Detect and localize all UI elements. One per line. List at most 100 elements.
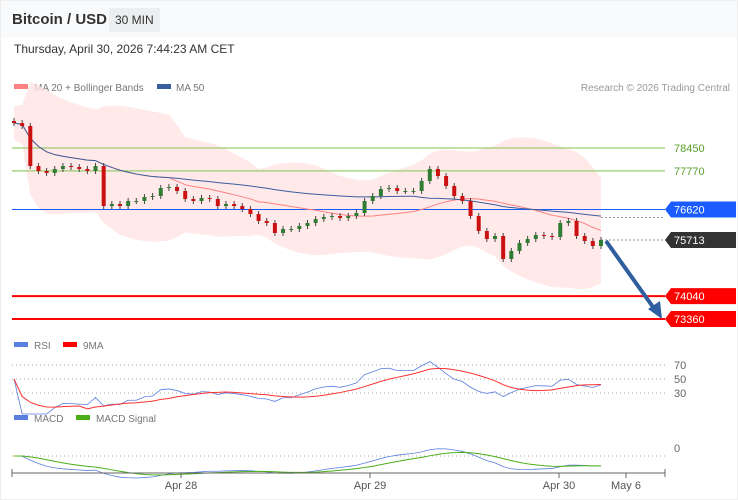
- rsi-level-label: 30: [674, 388, 686, 400]
- support-label: 73360: [674, 314, 705, 326]
- chart-widget: Bitcoin / USD 30 MIN Thursday, April 30,…: [0, 0, 738, 500]
- candle: [313, 219, 318, 224]
- macd-line: [13, 448, 602, 479]
- candle: [370, 196, 375, 202]
- candle: [207, 197, 212, 199]
- resistance-label: 78450: [674, 143, 705, 155]
- chart-svg: MA 20 + Bollinger Bands MA 50 Research ©…: [11, 82, 736, 492]
- rsi-level-label: 50: [674, 374, 686, 386]
- candle: [419, 180, 424, 191]
- current-label: 75713: [674, 235, 705, 247]
- candle: [582, 236, 587, 241]
- candle: [346, 215, 351, 219]
- candle: [411, 190, 416, 192]
- candle: [558, 223, 563, 237]
- macd-legend: MACD: [34, 414, 63, 425]
- candle: [305, 223, 310, 226]
- candle: [517, 242, 522, 251]
- candle: [354, 212, 359, 216]
- candle: [109, 203, 114, 207]
- candle: [158, 188, 163, 197]
- rsi-legend-swatch: [14, 342, 28, 347]
- candle: [493, 236, 498, 239]
- support-label: 74040: [674, 291, 705, 303]
- candle: [403, 190, 408, 192]
- candle: [395, 188, 400, 191]
- candle: [44, 171, 49, 173]
- candle: [183, 190, 188, 199]
- candle: [256, 214, 261, 221]
- candle: [36, 166, 41, 172]
- candle: [199, 197, 204, 202]
- candle: [476, 215, 481, 232]
- rsi-legend: RSI: [34, 341, 51, 352]
- candle: [362, 201, 367, 213]
- candle: [297, 225, 302, 229]
- candle: [12, 120, 16, 124]
- candle: [28, 125, 33, 167]
- candle: [77, 167, 82, 169]
- candle: [468, 201, 473, 216]
- ma50-legend: MA 50: [176, 83, 205, 94]
- macd-signal-legend-swatch: [76, 415, 90, 420]
- candle: [281, 228, 286, 233]
- candle: [150, 196, 155, 198]
- macd-zero-label: 0: [674, 443, 680, 455]
- candle: [248, 209, 253, 215]
- candle: [215, 198, 220, 207]
- rsi-level-label: 70: [674, 360, 686, 372]
- x-tick-label: May 6: [611, 480, 641, 492]
- rsi-ma-legend-swatch: [63, 342, 77, 347]
- credit: Research © 2026 Trading Central: [581, 83, 730, 94]
- candle: [321, 216, 326, 220]
- candle: [484, 231, 489, 239]
- candle: [272, 223, 277, 233]
- candle: [444, 176, 449, 186]
- rsi-ma-line: [13, 367, 602, 410]
- candle: [117, 203, 122, 207]
- x-tick-label: Apr 30: [543, 480, 575, 492]
- x-tick-label: Apr 29: [354, 480, 386, 492]
- candle: [501, 236, 506, 259]
- candle: [378, 189, 383, 197]
- candle: [387, 188, 392, 190]
- candle: [20, 123, 25, 126]
- candle: [264, 220, 269, 224]
- candle: [338, 215, 343, 219]
- candle: [289, 228, 294, 230]
- candle: [541, 235, 546, 237]
- pivot-label: 76620: [674, 204, 705, 216]
- candle: [101, 166, 106, 207]
- candle: [93, 166, 98, 172]
- candle: [533, 235, 538, 239]
- candle: [574, 220, 579, 237]
- candle: [175, 186, 180, 191]
- candle: [435, 168, 440, 177]
- ma20-legend: MA 20 + Bollinger Bands: [34, 83, 144, 94]
- ma20-legend-swatch: [14, 84, 28, 89]
- candle: [69, 166, 74, 168]
- candle: [329, 215, 334, 217]
- candle: [191, 198, 196, 202]
- candle: [85, 168, 90, 172]
- x-tick-label: Apr 28: [165, 480, 197, 492]
- candle: [599, 239, 603, 246]
- candle: [223, 203, 228, 207]
- macd-signal-legend: MACD Signal: [96, 414, 156, 425]
- candle: [166, 186, 171, 189]
- candle: [525, 238, 530, 243]
- candle: [509, 250, 514, 259]
- candle: [142, 197, 147, 202]
- candle: [427, 168, 432, 181]
- candle: [566, 220, 571, 224]
- candle: [240, 206, 245, 210]
- rsi-ma-legend: 9MA: [83, 341, 104, 352]
- candle: [52, 168, 57, 173]
- candle: [590, 240, 595, 246]
- candle: [60, 166, 65, 169]
- candle: [126, 201, 131, 207]
- candle: [452, 185, 457, 197]
- candle: [460, 196, 465, 202]
- resistance-label: 77770: [674, 166, 705, 178]
- macd-legend-swatch: [14, 415, 28, 420]
